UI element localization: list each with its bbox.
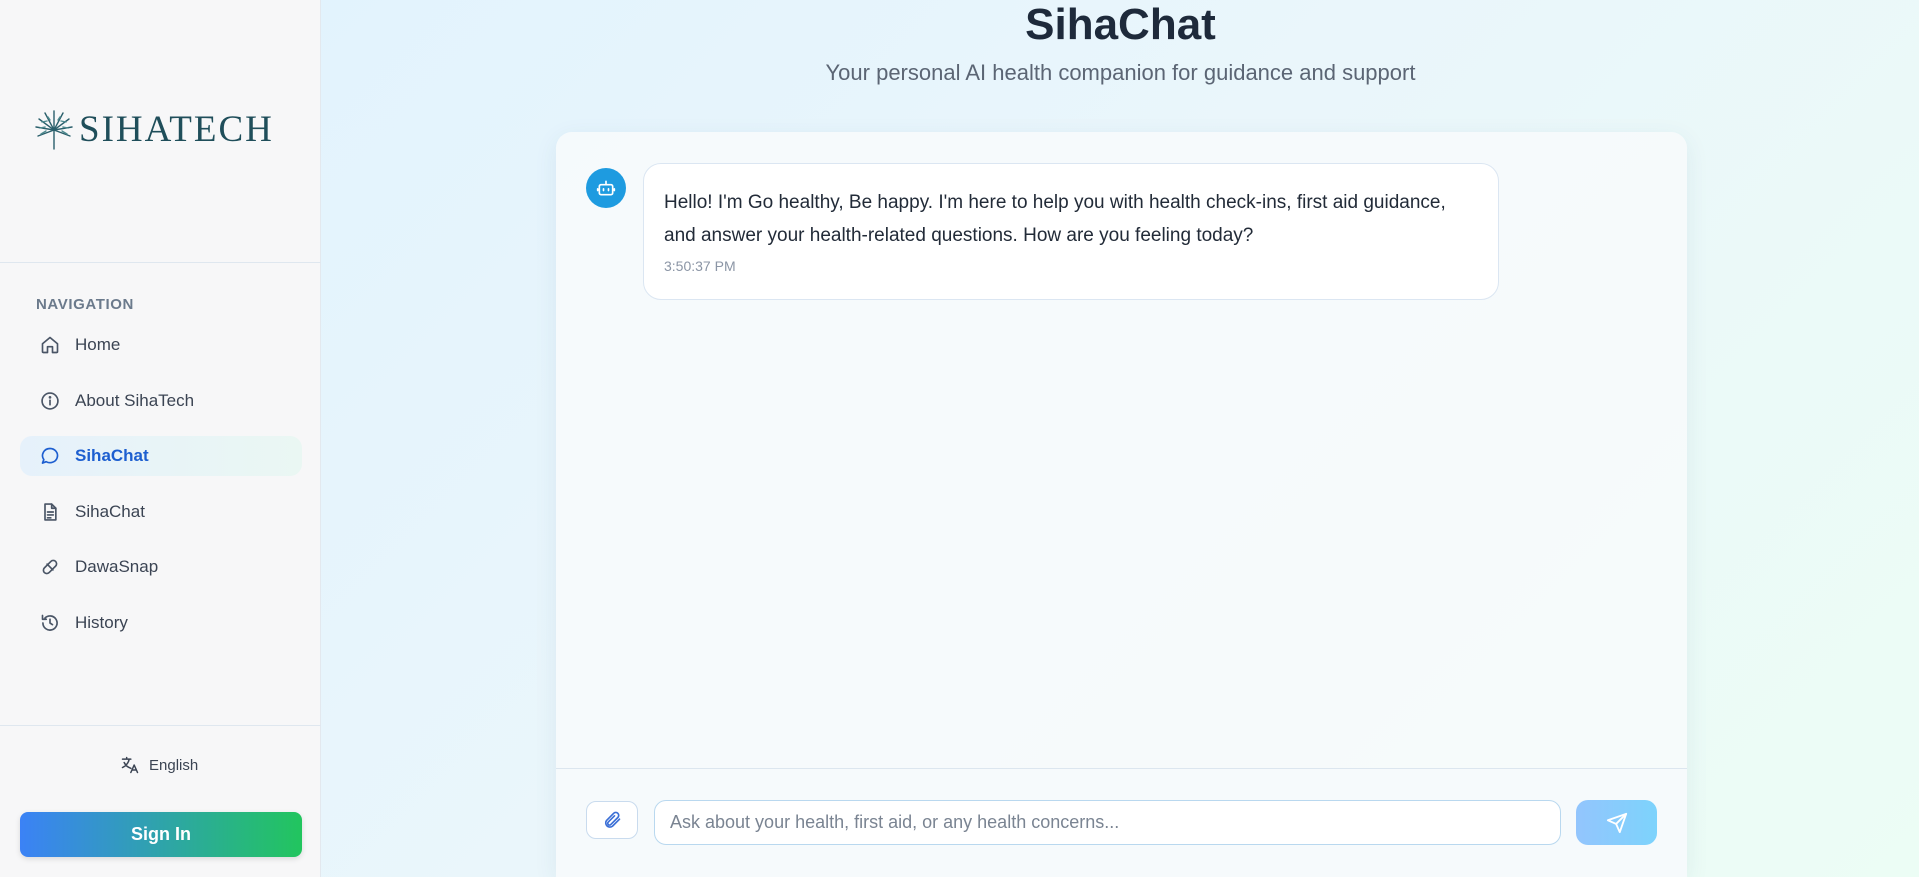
sidebar-item-label: SihaChat xyxy=(75,502,145,521)
chat-panel: Hello! I'm Go healthy, Be happy. I'm her… xyxy=(556,132,1687,877)
nav-heading: NAVIGATION xyxy=(36,296,134,313)
sign-in-button[interactable]: Sign In xyxy=(20,812,302,857)
translate-icon xyxy=(121,756,139,774)
chat-input-bar xyxy=(556,768,1687,877)
chat-bubble-icon xyxy=(40,446,60,466)
sidebar-item-sihachat-doc[interactable]: SihaChat xyxy=(20,492,302,532)
sidebar-item-history[interactable]: History xyxy=(20,603,302,643)
sidebar-item-label: SihaChat xyxy=(75,446,149,465)
language-selector[interactable]: English xyxy=(120,755,198,775)
page-subtitle: Your personal AI health companion for gu… xyxy=(825,60,1416,85)
bot-icon xyxy=(596,180,616,196)
pill-icon xyxy=(40,557,60,577)
home-icon xyxy=(40,335,60,355)
brand-logo[interactable]: SIHATECH xyxy=(33,108,274,151)
language-label: English xyxy=(149,756,199,774)
message-text: Hello! I'm Go healthy, Be happy. I'm her… xyxy=(664,192,1446,246)
palm-logo-icon xyxy=(35,109,73,150)
paperclip-icon xyxy=(604,811,621,828)
sidebar-item-label: History xyxy=(75,613,128,632)
sidebar-item-label: DawaSnap xyxy=(75,557,159,576)
history-icon xyxy=(40,613,60,633)
send-icon xyxy=(1606,812,1627,833)
document-icon xyxy=(40,502,60,522)
sidebar-item-label: Home xyxy=(75,335,121,354)
message-timestamp: 3:50:37 PM xyxy=(664,258,736,274)
bot-avatar xyxy=(586,168,626,208)
send-button[interactable] xyxy=(1576,800,1657,845)
brand-name: SIHATECH xyxy=(79,109,274,150)
chat-message-input[interactable] xyxy=(654,800,1561,845)
sidebar: SIHATECH NAVIGATION Home About SihaTech … xyxy=(0,0,321,877)
sidebar-item-sihachat[interactable]: SihaChat xyxy=(20,436,302,476)
sidebar-item-about[interactable]: About SihaTech xyxy=(20,381,302,421)
bot-message: Hello! I'm Go healthy, Be happy. I'm her… xyxy=(643,163,1499,300)
info-icon xyxy=(40,391,60,411)
sidebar-item-dawasnap[interactable]: DawaSnap xyxy=(20,547,302,587)
attach-button[interactable] xyxy=(586,801,638,839)
sidebar-item-home[interactable]: Home xyxy=(20,325,302,365)
page-title: SihaChat xyxy=(1025,0,1216,49)
sidebar-divider xyxy=(0,725,321,726)
sidebar-divider xyxy=(0,262,321,263)
sidebar-item-label: About SihaTech xyxy=(75,391,195,410)
